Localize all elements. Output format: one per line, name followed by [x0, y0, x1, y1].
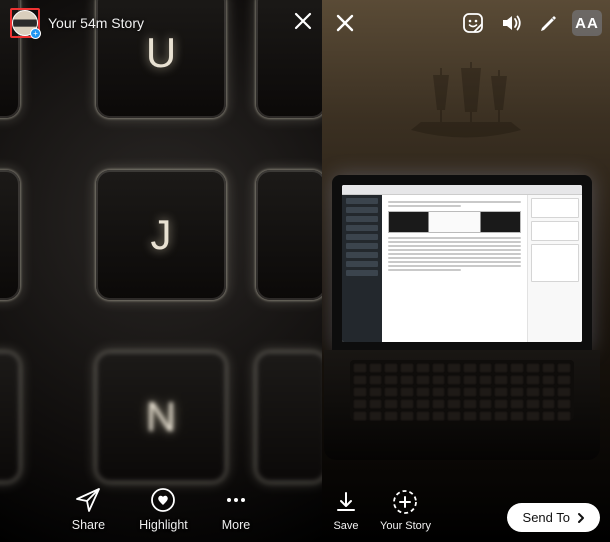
pencil-icon[interactable]: [534, 8, 564, 38]
keycap-edge: [256, 352, 322, 482]
your-story-button[interactable]: Your Story: [380, 488, 431, 532]
keycap: N: [96, 352, 226, 482]
share-button[interactable]: Share: [72, 486, 105, 532]
paper-plane-icon: [74, 486, 102, 514]
keycap-edge: [0, 170, 20, 300]
save-label: Save: [333, 520, 358, 532]
story-header: + Your 54m Story: [10, 8, 312, 38]
send-to-button[interactable]: Send To: [507, 503, 600, 532]
story-editor-pane: AA Save Your Story Send To: [322, 0, 610, 542]
send-to-label: Send To: [523, 510, 570, 525]
sound-icon[interactable]: [496, 8, 526, 38]
laptop-screen: [342, 185, 582, 342]
editor-top-toolbar: AA: [330, 8, 602, 38]
avatar-add-badge: +: [30, 28, 41, 39]
keycap: J: [96, 170, 226, 300]
text-tool-label: AA: [575, 15, 599, 32]
story-viewer-actions: Share Highlight More: [0, 486, 322, 532]
download-icon: [332, 488, 360, 516]
story-header-label: Your 54m Story: [48, 15, 144, 31]
laptop-base: [324, 350, 600, 460]
background-ship: [401, 60, 531, 150]
keycap-edge: [256, 170, 322, 300]
keycap-edge: [0, 352, 20, 482]
avatar-highlight-box[interactable]: +: [10, 8, 40, 38]
editor-bottom-bar: Save Your Story Send To: [332, 488, 600, 532]
more-button[interactable]: More: [222, 486, 250, 532]
avatar-add-glyph: +: [33, 30, 38, 38]
app-root: U J N + Your 54m Story Share: [0, 0, 610, 542]
laptop-keyboard: [350, 360, 574, 420]
laptop: [332, 175, 610, 460]
highlight-label: Highlight: [139, 518, 188, 532]
laptop-screen-frame: [332, 175, 592, 350]
share-label: Share: [72, 518, 105, 532]
sticker-icon[interactable]: [458, 8, 488, 38]
keycap-letter: N: [146, 393, 176, 441]
story-viewer-pane: U J N + Your 54m Story Share: [0, 0, 322, 542]
more-label: More: [222, 518, 250, 532]
chevron-right-icon: [576, 512, 586, 524]
add-story-icon: [391, 488, 419, 516]
save-button[interactable]: Save: [332, 488, 360, 532]
close-icon[interactable]: [330, 8, 360, 38]
highlight-button[interactable]: Highlight: [139, 486, 188, 532]
more-icon: [222, 486, 250, 514]
your-story-label: Your Story: [380, 520, 431, 532]
text-tool-badge: AA: [572, 10, 602, 36]
heart-circle-icon: [149, 486, 177, 514]
close-icon[interactable]: [294, 12, 312, 34]
text-tool-icon[interactable]: AA: [572, 8, 602, 38]
keycap-letter: J: [151, 211, 172, 259]
